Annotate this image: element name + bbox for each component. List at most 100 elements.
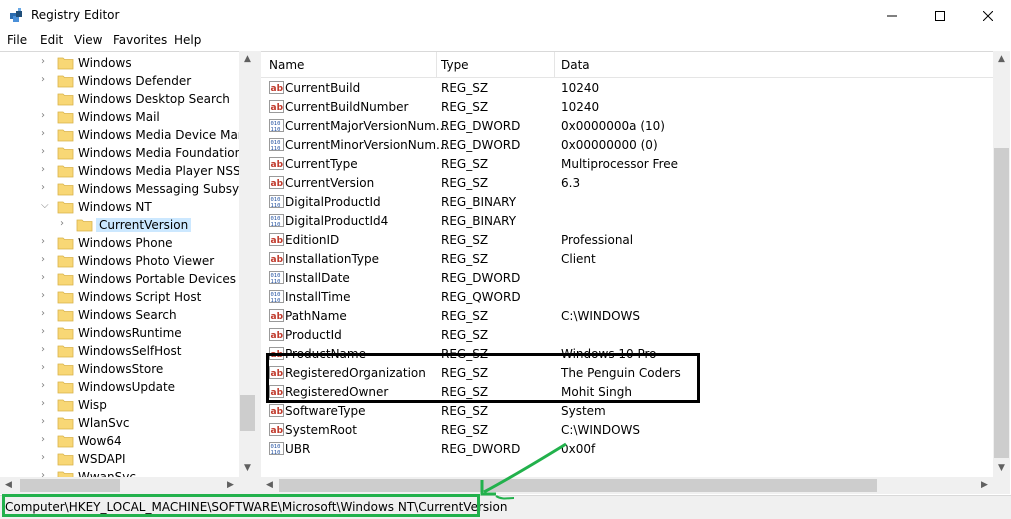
registry-key-tree[interactable]: › Windows › Windows Defender Windows Desktop… [0,51,256,478]
tree-vscroll-thumb[interactable] [240,395,255,431]
chevron-right-icon[interactable]: › [41,290,51,302]
column-name[interactable]: Name [269,58,304,72]
chevron-right-icon[interactable]: › [41,182,51,194]
list-hscroll-thumb[interactable] [279,479,877,492]
scroll-corner [993,477,1010,494]
list-item[interactable]: 010 110 InstallDate REG_DWORD [261,268,993,287]
tree-item[interactable]: › WSDAPI [0,450,240,468]
tree-item[interactable]: › Wow64 [0,432,240,450]
chevron-right-icon[interactable]: › [41,272,51,284]
list-item[interactable]: ab SystemRoot REG_SZ C:\WINDOWS [261,420,993,439]
tree-item[interactable]: › CurrentVersion [0,216,240,234]
list-item[interactable]: ab CurrentBuild REG_SZ 10240 [261,78,993,97]
chevron-right-icon[interactable]: › [41,146,51,158]
scroll-up-arrow-icon[interactable]: ▲ [993,51,1010,68]
title-bar[interactable]: Registry Editor [0,0,1011,31]
tree-horizontal-scrollbar[interactable]: ◀ ▶ [0,477,256,494]
list-item[interactable]: 010 110 UBR REG_DWORD 0x00f [261,439,993,458]
value-data: Professional [561,233,634,247]
tree-item[interactable]: › Windows Portable Devices [0,270,240,288]
registry-values-list[interactable]: Name Type Data ab CurrentBuild REG_SZ 10240… [261,51,993,478]
tree-item[interactable]: › WlanSvc [0,414,240,432]
chevron-right-icon[interactable]: › [41,110,51,122]
list-item[interactable]: ab CurrentVersion REG_SZ 6.3 [261,173,993,192]
value-name: UBR [285,442,311,456]
chevron-right-icon[interactable]: › [41,164,51,176]
list-item[interactable]: ab EditionID REG_SZ Professional [261,230,993,249]
menu-view[interactable]: View [74,33,102,47]
tree-item[interactable]: › WindowsRuntime [0,324,240,342]
list-item[interactable]: 010 110 DigitalProductId4 REG_BINARY [261,211,993,230]
ab-string-icon: ab [269,328,284,341]
scroll-right-arrow-icon[interactable]: ▶ [976,477,993,494]
menu-file[interactable]: File [7,33,27,47]
tree-item[interactable]: › Wisp [0,396,240,414]
scroll-left-arrow-icon[interactable]: ◀ [0,477,17,494]
tree-item[interactable]: ⌵ Windows NT [0,198,240,216]
list-item[interactable]: ab SoftwareType REG_SZ System [261,401,993,420]
chevron-right-icon[interactable]: › [41,128,51,140]
list-item[interactable]: 010 110 CurrentMajorVersionNum... REG_DWORD… [261,116,993,135]
menu-edit[interactable]: Edit [40,33,63,47]
chevron-right-icon[interactable]: › [41,380,51,392]
tree-item[interactable]: › WindowsStore [0,360,240,378]
tree-item[interactable]: › Windows Photo Viewer [0,252,240,270]
list-item[interactable]: ab CurrentBuildNumber REG_SZ 10240 [261,97,993,116]
list-item[interactable]: 010 110 InstallTime REG_QWORD [261,287,993,306]
chevron-right-icon[interactable]: › [60,218,70,230]
chevron-right-icon[interactable]: › [41,236,51,248]
tree-item[interactable]: › Windows Phone [0,234,240,252]
tree-item[interactable]: › Windows Messaging Subsyste [0,180,256,198]
tree-item[interactable]: › Windows Search [0,306,240,324]
chevron-right-icon[interactable]: › [41,326,51,338]
column-divider[interactable] [436,52,437,77]
chevron-right-icon[interactable]: › [41,416,51,428]
tree-item[interactable]: › Windows Script Host [0,288,240,306]
tree-item[interactable]: › Windows Media Foundation [0,144,242,162]
scroll-down-arrow-icon[interactable]: ▼ [239,460,256,477]
chevron-right-icon[interactable]: › [41,56,51,68]
chevron-right-icon[interactable]: › [41,434,51,446]
minimize-button[interactable] [869,0,915,31]
chevron-right-icon[interactable]: › [41,452,51,464]
tree-item[interactable]: › WindowsSelfHost [0,342,240,360]
list-vscroll-thumb[interactable] [994,148,1009,458]
column-type[interactable]: Type [441,58,469,72]
scroll-up-arrow-icon[interactable]: ▲ [239,51,256,68]
tree-item[interactable]: › Windows [0,54,240,72]
scroll-down-arrow-icon[interactable]: ▼ [993,460,1010,477]
list-item[interactable]: ab InstallationType REG_SZ Client [261,249,993,268]
tree-hscroll-thumb[interactable] [20,479,120,492]
tree-item[interactable]: › Windows Media Player NSS [0,162,241,180]
menu-help[interactable]: Help [174,33,201,47]
list-item[interactable]: ab PathName REG_SZ C:\WINDOWS [261,306,993,325]
chevron-right-icon[interactable]: › [41,308,51,320]
svg-text:ab: ab [271,160,284,170]
tree-item[interactable]: › Windows Media Device Manag [0,126,256,144]
scroll-right-arrow-icon[interactable]: ▶ [222,477,239,494]
list-item[interactable]: 010 110 DigitalProductId REG_BINARY [261,192,993,211]
list-item[interactable]: 010 110 CurrentMinorVersionNum... REG_DWORD… [261,135,993,154]
tree-item[interactable]: › WindowsUpdate [0,378,240,396]
list-item[interactable]: ab ProductId REG_SZ [261,325,993,344]
list-item[interactable]: ab CurrentType REG_SZ Multiprocessor Free [261,154,993,173]
column-data[interactable]: Data [561,58,590,72]
close-button[interactable] [965,0,1011,31]
column-divider[interactable] [554,52,555,77]
chevron-down-icon[interactable]: ⌵ [41,200,51,212]
tree-vertical-scrollbar[interactable]: ▲ ▼ [239,51,256,477]
chevron-right-icon[interactable]: › [41,362,51,374]
scroll-left-arrow-icon[interactable]: ◀ [261,477,278,494]
tree-item[interactable]: Windows Desktop Search [0,90,240,108]
chevron-right-icon[interactable]: › [41,344,51,356]
chevron-right-icon[interactable]: › [41,398,51,410]
tree-item[interactable]: › Windows Defender [0,72,240,90]
list-horizontal-scrollbar[interactable]: ◀ ▶ [261,477,993,494]
chevron-right-icon[interactable]: › [41,74,51,86]
list-vertical-scrollbar[interactable]: ▲ ▼ [993,51,1010,477]
chevron-right-icon[interactable]: › [41,254,51,266]
value-name: CurrentVersion [285,176,375,190]
maximize-button[interactable] [917,0,963,31]
tree-item[interactable]: › Windows Mail [0,108,240,126]
menu-favorites[interactable]: Favorites [113,33,167,47]
